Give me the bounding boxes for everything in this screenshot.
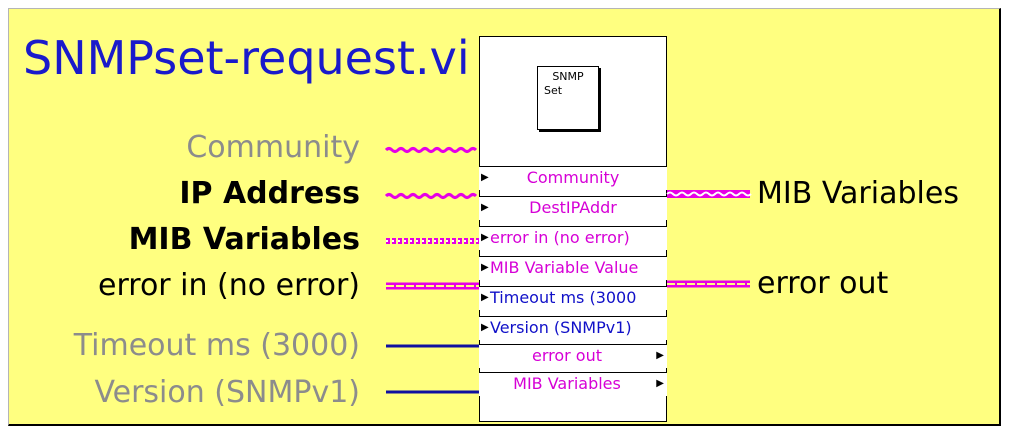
- wires-layer: [384, 147, 752, 394]
- wire-ip-address: [384, 193, 478, 199]
- wire-community: [384, 147, 478, 153]
